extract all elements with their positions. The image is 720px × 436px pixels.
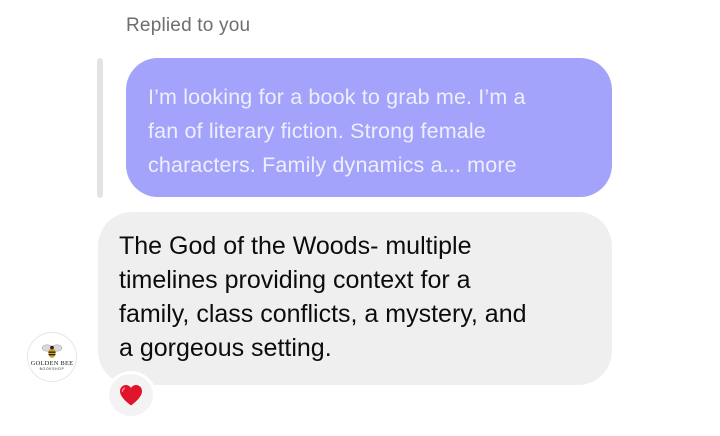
- reply-message-line: timelines providing context for a: [119, 266, 471, 294]
- reply-message-line: a gorgeous setting.: [119, 334, 332, 362]
- reply-message-line: The God of the Woods- multiple: [119, 232, 472, 260]
- reply-indicator-bar: [97, 58, 103, 198]
- replied-to-you-label: Replied to you: [126, 15, 251, 36]
- reply-message-line: family, class conflicts, a mystery, and: [119, 300, 527, 328]
- reply-message-bubble[interactable]: The God of the Woods- multiple timelines…: [98, 212, 612, 385]
- more-link[interactable]: more: [461, 153, 517, 177]
- heart-reaction[interactable]: [106, 371, 156, 419]
- red-heart-icon: [120, 385, 142, 406]
- quoted-message-bubble[interactable]: I’m looking for a book to grab me. I’m a…: [126, 58, 612, 197]
- bee-icon: [41, 344, 63, 358]
- quoted-message-line: I’m looking for a book to grab me. I’m a: [148, 85, 526, 109]
- quoted-message-line: characters. Family dynamics a... more: [148, 148, 590, 182]
- sender-avatar[interactable]: GOLDEN BEE BOOKSHOP: [27, 332, 77, 382]
- avatar-brand-text: GOLDEN BEE: [30, 360, 74, 367]
- quoted-message-text: characters. Family dynamics a...: [148, 153, 462, 177]
- quoted-message-line: fan of literary fiction. Strong female: [148, 119, 486, 143]
- avatar-sub-text: BOOKSHOP: [39, 367, 65, 371]
